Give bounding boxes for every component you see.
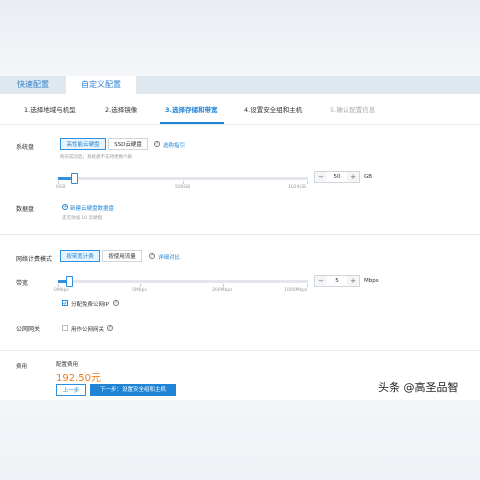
assign-ip-checkbox[interactable] <box>62 300 68 306</box>
tick <box>307 181 308 184</box>
public-gateway-label: 公网网关 <box>16 326 41 333</box>
bandwidth-slider-track[interactable] <box>58 280 308 283</box>
prev-step-button[interactable]: 上一步 <box>56 384 86 396</box>
add-circle-icon[interactable]: + <box>62 204 68 210</box>
assign-ip-label: 分配免费公网IP <box>71 302 109 308</box>
system-disk-slider-track[interactable] <box>58 177 308 180</box>
bandwidth-label: 带宽 <box>16 280 29 287</box>
step-region[interactable]: 1.选择地域与机型 <box>24 104 76 114</box>
system-disk-slider-fill <box>58 177 72 180</box>
step-image[interactable]: 2.选择镜像 <box>105 104 137 114</box>
data-disk-note: 还可添加 10 云硬盘 <box>62 216 103 221</box>
increment-button[interactable]: + <box>347 172 359 182</box>
help-icon: ? <box>149 253 155 259</box>
system-disk-size-stepper[interactable]: − 50 + <box>314 171 360 183</box>
billing-bandwidth-button[interactable]: 按带宽计费 <box>60 250 100 262</box>
tick <box>223 284 224 287</box>
tick-label: 1024GB <box>288 185 307 190</box>
step-confirm: 5.确认配置信息 <box>330 106 376 114</box>
tick <box>58 284 59 287</box>
bottom-background <box>0 400 480 480</box>
bandwidth-unit: Mbps <box>364 278 379 284</box>
system-disk-slider-handle[interactable] <box>71 173 78 184</box>
data-disk-label: 数据盘 <box>16 206 35 213</box>
tick-label: 0GB <box>56 185 66 190</box>
increment-button[interactable]: + <box>347 276 359 286</box>
bandwidth-value[interactable]: 5 <box>327 276 347 286</box>
tick-label: 0Mbps <box>54 288 69 293</box>
tick <box>140 284 141 287</box>
decrement-button[interactable]: − <box>315 172 327 182</box>
next-step-button[interactable]: 下一步：设置安全组和主机 <box>90 384 176 396</box>
tick <box>307 284 308 287</box>
tick-label: 5Mbps <box>132 288 147 293</box>
tab-custom-config[interactable]: 自定义配置 <box>66 76 136 94</box>
billing-mode-label: 网络计费模式 <box>16 256 53 263</box>
step-storage[interactable]: 3.选择存储和带宽 <box>165 104 218 114</box>
system-disk-note: 购买成功后，系统盘不支持更换介质 <box>60 155 132 160</box>
tab-quick-config[interactable]: 快速配置 <box>0 76 66 94</box>
help-icon: ? <box>107 325 113 331</box>
step-security[interactable]: 4.设置安全组和主机 <box>244 104 302 114</box>
fee-label: 费用 <box>16 364 28 370</box>
config-fee-price: 192.50元 <box>56 373 101 384</box>
compare-link[interactable]: 详细对比 <box>158 253 180 261</box>
billing-traffic-button[interactable]: 按使用流量 <box>102 250 142 262</box>
system-disk-label: 系统盘 <box>16 144 35 151</box>
help-icon: ? <box>154 141 160 147</box>
top-background <box>0 0 480 75</box>
bandwidth-stepper[interactable]: − 5 + <box>314 275 360 287</box>
disk-type-ssd-button[interactable]: SSD云硬盘 <box>108 138 148 150</box>
config-panel: 1.选择地域与机型 2.选择镜像 3.选择存储和带宽 4.设置安全组和主机 5.… <box>0 94 480 400</box>
purchase-guide-link[interactable]: 选购指引 <box>163 141 185 149</box>
tick-label: 200Mbps <box>212 288 233 293</box>
public-gateway-checkbox[interactable] <box>62 325 68 331</box>
watermark-text: 头条 @高圣品智 <box>378 381 459 394</box>
tick-label: 500GB <box>175 185 191 190</box>
disk-type-hp-button[interactable]: 高性能云硬盘 <box>60 138 106 150</box>
config-tabs: 快速配置 自定义配置 <box>0 76 480 94</box>
tick <box>58 181 59 184</box>
system-disk-unit: GB <box>364 174 373 180</box>
tick-label: 1000Mbps <box>284 288 308 293</box>
help-icon: ? <box>113 300 119 306</box>
add-data-disk-link[interactable]: 新建云硬盘数据盘 <box>70 204 114 212</box>
step-bar: 1.选择地域与机型 2.选择镜像 3.选择存储和带宽 4.设置安全组和主机 5.… <box>0 94 480 125</box>
divider <box>0 350 480 351</box>
divider <box>0 234 480 235</box>
active-step-indicator <box>160 122 224 124</box>
decrement-button[interactable]: − <box>315 276 327 286</box>
system-disk-size-value[interactable]: 50 <box>327 172 347 182</box>
config-fee-label: 配置费用 <box>56 362 79 368</box>
public-gateway-checkbox-label: 用作公网网关 <box>71 327 105 333</box>
bandwidth-slider-handle[interactable] <box>66 276 73 287</box>
tick <box>183 181 184 184</box>
